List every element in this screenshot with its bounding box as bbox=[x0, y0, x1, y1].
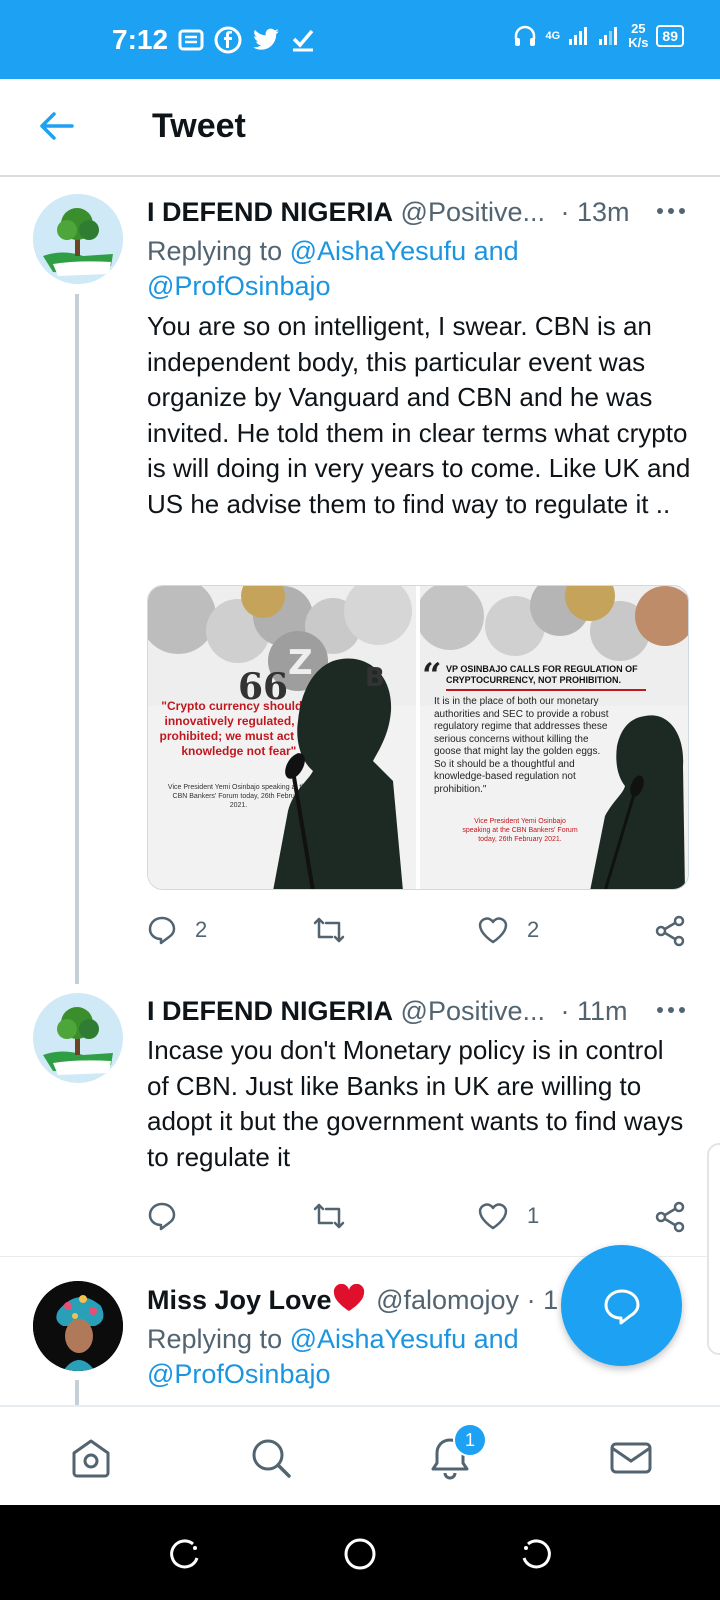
retweet-icon[interactable] bbox=[312, 1201, 346, 1231]
signal-icon-2 bbox=[599, 27, 618, 45]
tweet-text: Incase you don't Monetary policy is in c… bbox=[147, 1035, 684, 1172]
reply-action[interactable]: 2 bbox=[147, 915, 207, 945]
retweet-action[interactable] bbox=[312, 1201, 364, 1231]
tweet-header: I DEFEND NIGERIA @Positive... · 11m bbox=[147, 996, 687, 1030]
heart-icon[interactable] bbox=[477, 1201, 509, 1231]
news-icon bbox=[178, 29, 204, 51]
tweet-media-grid[interactable]: Z 66 "Crypto currency should be innovati… bbox=[147, 585, 689, 890]
check-download-icon bbox=[292, 29, 314, 52]
chat-bubble-icon bbox=[604, 1289, 639, 1324]
avatar[interactable] bbox=[33, 993, 123, 1083]
scroll-handle[interactable] bbox=[707, 1143, 720, 1355]
red-heart-emoji-icon bbox=[333, 1283, 364, 1311]
status-bar: 7:12 4G 25 K/s 89 bbox=[0, 0, 720, 79]
back-arrow-icon[interactable] bbox=[38, 111, 74, 141]
share-action[interactable] bbox=[654, 1201, 686, 1233]
tweet-header: I DEFEND NIGERIA @Positive... · 13m bbox=[147, 197, 687, 231]
display-name[interactable]: I DEFEND NIGERIA bbox=[147, 197, 393, 227]
user-handle[interactable]: @falomojoy bbox=[376, 1285, 519, 1315]
media-image-left[interactable]: Z 66 "Crypto currency should be innovati… bbox=[148, 586, 416, 889]
tweet-time: · 11m bbox=[560, 996, 628, 1026]
home-circle-icon[interactable] bbox=[343, 1537, 377, 1571]
headset-icon bbox=[514, 25, 535, 46]
speed-value: 25 bbox=[631, 21, 646, 36]
more-options-icon[interactable] bbox=[656, 1004, 686, 1016]
status-system-icons: 4G 25 K/s 89 bbox=[512, 22, 684, 50]
replying-to-label: Replying to bbox=[147, 236, 283, 266]
battery-indicator: 89 bbox=[656, 25, 684, 47]
retweet-action[interactable] bbox=[312, 915, 364, 945]
tweet-actions: 1 bbox=[147, 1201, 687, 1241]
tweet-actions: 2 2 bbox=[147, 915, 687, 955]
signal-icon-1 bbox=[569, 27, 588, 45]
display-name[interactable]: Miss Joy Love bbox=[147, 1285, 332, 1315]
notifications-badge: 1 bbox=[453, 1423, 487, 1457]
like-count: 2 bbox=[527, 917, 540, 942]
bottom-navigation: 1 bbox=[0, 1405, 720, 1507]
thread-line bbox=[75, 1380, 79, 1405]
reply-icon[interactable] bbox=[147, 915, 177, 945]
reply-icon[interactable] bbox=[147, 1201, 177, 1231]
status-time: 7:12 bbox=[112, 24, 169, 55]
network-type: 4G bbox=[545, 30, 561, 42]
retweet-icon[interactable] bbox=[312, 915, 346, 945]
tweet-text: You are so on intelligent, I swear. CBN … bbox=[147, 311, 691, 519]
top-app-bar: Tweet bbox=[0, 79, 720, 177]
status-notification-icons bbox=[178, 26, 316, 54]
share-icon[interactable] bbox=[654, 915, 686, 947]
like-action[interactable]: 1 bbox=[477, 1201, 539, 1231]
twitter-icon bbox=[253, 28, 279, 50]
recent-apps-icon[interactable] bbox=[169, 1538, 201, 1570]
like-action[interactable]: 2 bbox=[477, 915, 539, 945]
page-title: Tweet bbox=[152, 107, 246, 145]
home-icon[interactable] bbox=[68, 1435, 114, 1481]
like-count: 1 bbox=[527, 1203, 540, 1228]
avatar[interactable] bbox=[33, 194, 123, 284]
speaker-silhouette bbox=[590, 715, 685, 889]
media-right-caption: Vice President Yemi Osinbajo speaking at… bbox=[462, 818, 578, 843]
reply-action[interactable] bbox=[147, 1201, 195, 1231]
svg-text:B: B bbox=[365, 663, 385, 693]
back-nav-icon[interactable] bbox=[520, 1538, 552, 1570]
system-navigation-bar bbox=[0, 1505, 720, 1600]
compose-reply-button[interactable] bbox=[561, 1245, 682, 1366]
replying-to: Replying to @AishaYesufu and @ProfOsinba… bbox=[147, 234, 667, 304]
display-name[interactable]: I DEFEND NIGERIA bbox=[147, 996, 393, 1026]
user-handle[interactable]: @Positive... bbox=[401, 197, 545, 227]
user-handle[interactable]: @Positive... bbox=[401, 996, 545, 1026]
reply-count: 2 bbox=[195, 917, 208, 942]
replying-to-label: Replying to bbox=[147, 1324, 283, 1354]
search-icon[interactable] bbox=[248, 1435, 294, 1481]
network-speed: 25 K/s bbox=[628, 22, 648, 50]
tree-hand-avatar-image bbox=[33, 194, 123, 284]
woman-headwrap-avatar-image bbox=[33, 1281, 123, 1371]
avatar[interactable] bbox=[33, 1281, 123, 1371]
share-action[interactable] bbox=[654, 915, 686, 947]
tweet-time: · 13m bbox=[560, 197, 630, 227]
heart-icon[interactable] bbox=[477, 915, 509, 945]
more-options-icon[interactable] bbox=[656, 205, 686, 217]
thread-line bbox=[75, 294, 79, 984]
share-icon[interactable] bbox=[654, 1201, 686, 1233]
media-right-body: It is in the place of both our monetary … bbox=[434, 696, 609, 795]
messages-envelope-icon[interactable] bbox=[608, 1435, 654, 1481]
media-right-headline: VP OSINBAJO CALLS FOR REGULATION OF CRYP… bbox=[446, 664, 646, 691]
speed-unit: K/s bbox=[628, 35, 649, 50]
quote-mark-icon: “ bbox=[422, 656, 442, 696]
media-image-right[interactable]: “ VP OSINBAJO CALLS FOR REGULATION OF CR… bbox=[420, 586, 688, 889]
facebook-icon bbox=[214, 26, 242, 54]
tree-hand-avatar-image bbox=[33, 993, 123, 1083]
tweet-time: · 1 bbox=[526, 1285, 559, 1315]
speaker-silhouette: B bbox=[273, 658, 403, 889]
